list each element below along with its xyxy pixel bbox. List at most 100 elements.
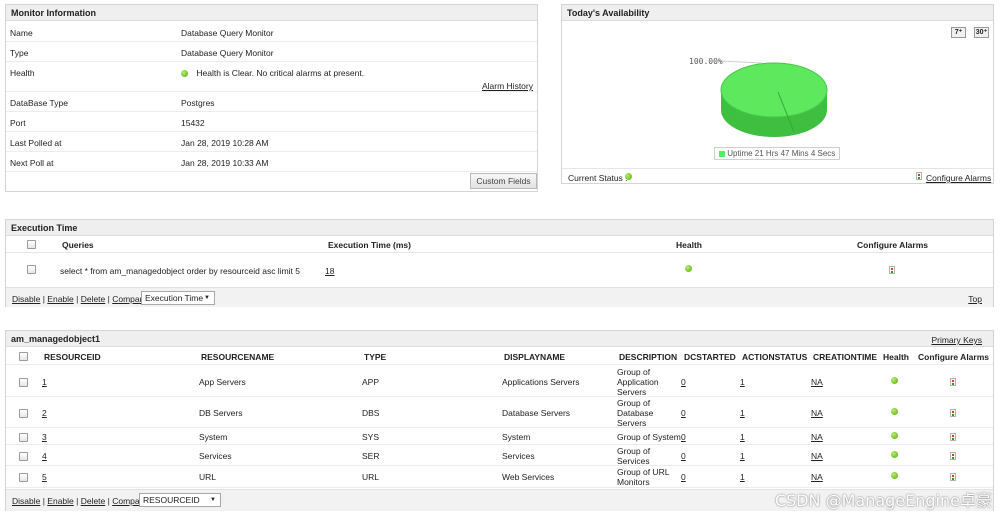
configure-alarms-icon[interactable]	[950, 378, 956, 386]
description-cell: Group of Database Servers	[617, 398, 653, 428]
column-header-displayname[interactable]: DISPLAYNAME	[504, 352, 565, 362]
legend-text: Uptime 21 Hrs 47 Mins 4 Secs	[727, 149, 836, 158]
dcstarted-link[interactable]: 0	[681, 432, 686, 442]
column-header-configure-alarms: Configure Alarms	[918, 352, 990, 362]
enable-link[interactable]: Enable	[47, 496, 73, 506]
creationtime-link[interactable]: NA	[811, 432, 823, 442]
select-value: RESOURCEID	[143, 495, 200, 505]
info-row-name: Name Database Query Monitor	[6, 22, 537, 42]
configure-alarms-icon[interactable]	[950, 452, 956, 460]
resourcename-cell: System	[199, 432, 228, 442]
actionstatus-link[interactable]: 1	[740, 472, 745, 482]
alarm-history-link[interactable]: Alarm History	[482, 81, 533, 91]
configure-alarms-icon[interactable]	[916, 172, 922, 180]
description-line: Group of	[617, 398, 651, 408]
description-line: Services	[617, 456, 650, 466]
type-cell: SER	[362, 451, 380, 461]
configure-alarms-icon[interactable]	[950, 473, 956, 481]
resourceid-link[interactable]: 5	[42, 472, 47, 482]
info-row-last-polled: Last Polled at Jan 28, 2019 10:28 AM	[6, 132, 537, 152]
row-checkbox[interactable]	[27, 265, 36, 274]
dcstarted-link[interactable]: 0	[681, 408, 686, 418]
description-cell: Group of Services	[617, 446, 650, 466]
compare-column-select[interactable]: RESOURCEID ▼	[139, 493, 221, 507]
column-header-actionstatus[interactable]: ACTIONSTATUS	[742, 352, 807, 362]
creationtime-link[interactable]: NA	[811, 408, 823, 418]
configure-alarms-link[interactable]: Configure Alarms	[926, 173, 991, 183]
actionstatus-link[interactable]: 1	[740, 377, 745, 387]
dcstarted-link[interactable]: 0	[681, 472, 686, 482]
info-value: Database Query Monitor	[181, 28, 274, 38]
enable-link[interactable]: Enable	[47, 294, 73, 304]
execution-header-row: Queries Execution Time (ms) Health Confi…	[6, 237, 993, 253]
primary-keys-link[interactable]: Primary Keys	[931, 335, 982, 345]
execution-time-value-link[interactable]: 18	[325, 266, 334, 276]
health-clear-icon	[891, 451, 898, 458]
configure-alarms-icon[interactable]	[950, 409, 956, 417]
row-checkbox[interactable]	[19, 378, 28, 387]
resourceid-link[interactable]: 2	[42, 408, 47, 418]
select-all-checkbox[interactable]	[19, 352, 28, 361]
info-label: DataBase Type	[10, 98, 68, 108]
row-checkbox[interactable]	[19, 409, 28, 418]
resourceid-link[interactable]: 1	[42, 377, 47, 387]
info-row-dbtype: DataBase Type Postgres	[6, 92, 537, 112]
table-row: 1 App Servers APP Applications Servers Group…	[6, 366, 993, 397]
pie-percent-label: 100.00%	[689, 57, 723, 66]
creationtime-link[interactable]: NA	[811, 451, 823, 461]
execution-row: select * from am_managedobject order by …	[6, 254, 993, 287]
description-line: Group of	[617, 367, 651, 377]
displayname-cell: Database Servers	[502, 408, 571, 418]
actionstatus-link[interactable]: 1	[740, 408, 745, 418]
resourcename-cell: App Servers	[199, 377, 246, 387]
info-row-type: Type Database Query Monitor	[6, 42, 537, 62]
custom-fields-button[interactable]: Custom Fields	[470, 173, 537, 189]
info-label: Next Poll at	[10, 158, 54, 168]
compare-attribute-select[interactable]: Execution Time ▼	[141, 291, 215, 305]
table-row: 3 System SYS System Group of System 0 1 NA	[6, 428, 993, 445]
displayname-cell: Services	[502, 451, 535, 461]
column-header-resourcename[interactable]: RESOURCENAME	[201, 352, 274, 362]
column-header-resourceid[interactable]: RESOURCEID	[44, 352, 101, 362]
disable-link[interactable]: Disable	[12, 294, 40, 304]
type-cell: SYS	[362, 432, 380, 442]
actionstatus-link[interactable]: 1	[740, 432, 745, 442]
delete-link[interactable]: Delete	[81, 294, 106, 304]
creationtime-link[interactable]: NA	[811, 472, 823, 482]
health-clear-icon	[685, 265, 692, 272]
row-checkbox[interactable]	[19, 473, 28, 482]
column-header-dcstarted[interactable]: DCSTARTED	[684, 352, 736, 362]
displayname-cell: Web Services	[502, 472, 555, 482]
delete-link[interactable]: Delete	[81, 496, 106, 506]
top-link[interactable]: Top	[968, 294, 982, 304]
description-line: Database	[617, 408, 654, 418]
creationtime-link[interactable]: NA	[811, 377, 823, 387]
availability-pie-chart	[719, 60, 828, 137]
configure-alarms-icon[interactable]	[889, 266, 895, 274]
column-header-creationtime[interactable]: CREATIONTIME	[813, 352, 877, 362]
column-header-type[interactable]: TYPE	[364, 352, 386, 362]
monitor-information-panel: Monitor Information Name Database Query …	[5, 4, 538, 192]
type-cell: URL	[362, 472, 380, 482]
row-checkbox[interactable]	[19, 452, 28, 461]
info-value: 15432	[181, 118, 205, 128]
info-value: Jan 28, 2019 10:33 AM	[181, 158, 269, 168]
action-links: Disable | Enable | Delete | Compare	[12, 294, 148, 304]
actionstatus-link[interactable]: 1	[740, 451, 745, 461]
execution-action-bar: Disable | Enable | Delete | Compare Exec…	[6, 287, 993, 307]
info-value: Health is Clear. No critical alarms at p…	[181, 68, 364, 78]
description-line: Application	[617, 377, 659, 387]
resourceid-link[interactable]: 4	[42, 451, 47, 461]
dcstarted-link[interactable]: 0	[681, 377, 686, 387]
select-all-checkbox[interactable]	[27, 240, 36, 249]
resourceid-link[interactable]: 3	[42, 432, 47, 442]
execution-time-title: Execution Time	[6, 220, 993, 236]
row-checkbox[interactable]	[19, 433, 28, 442]
health-clear-icon	[891, 377, 898, 384]
column-header-description[interactable]: DESCRIPTION	[619, 352, 677, 362]
dcstarted-link[interactable]: 0	[681, 451, 686, 461]
info-label: Port	[10, 118, 26, 128]
configure-alarms-icon[interactable]	[950, 433, 956, 441]
disable-link[interactable]: Disable	[12, 496, 40, 506]
select-value: Execution Time	[145, 293, 204, 303]
